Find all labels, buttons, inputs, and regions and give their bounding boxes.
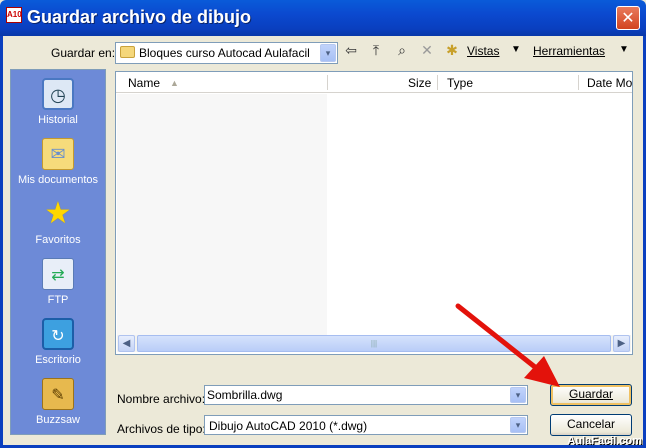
close-button[interactable]: ✕ [616, 6, 640, 30]
filetype-select[interactable]: Dibujo AutoCAD 2010 (*.dwg) ▾ [204, 415, 528, 435]
tools-menu[interactable]: Herramientas [533, 44, 605, 58]
column-name[interactable]: Name [128, 76, 160, 90]
place-historial[interactable]: ◷ Historial [11, 78, 105, 126]
horizontal-scrollbar[interactable]: ◀ ||| ▶ [117, 335, 631, 352]
place-favoritos[interactable]: ★ Favoritos [11, 196, 105, 247]
clock-icon: ◷ [42, 78, 74, 110]
column-date-modified[interactable]: Date Mo [587, 76, 632, 90]
watermark: AulaFacil.com [567, 435, 642, 447]
places-bar: ◷ Historial ✉ Mis documentos ★ Favoritos… [10, 69, 106, 435]
place-label: FTP [47, 294, 69, 306]
column-divider[interactable] [327, 75, 328, 90]
column-type[interactable]: Type [447, 76, 473, 90]
place-escritorio[interactable]: ↻ Escritorio [11, 318, 105, 366]
folder-icon [120, 46, 135, 58]
filename-label: Nombre archivo: [117, 392, 206, 406]
place-label: Escritorio [35, 354, 81, 366]
search-web-icon[interactable]: ⌕ [393, 42, 411, 60]
filetype-label: Archivos de tipo: [117, 422, 206, 436]
place-mis-documentos[interactable]: ✉ Mis documentos [11, 138, 105, 186]
back-icon[interactable]: ⇦ [342, 42, 360, 60]
desktop-icon: ↻ [42, 318, 74, 350]
window-title: Guardar archivo de dibujo [27, 7, 252, 27]
delete-icon[interactable]: ✕ [418, 42, 436, 60]
file-list[interactable]: Name ▲ Size Type Date Mo ◀ ||| ▶ [115, 71, 633, 355]
lookin-label: Guardar en: [51, 46, 116, 60]
file-list-header: Name ▲ Size Type Date Mo [116, 72, 632, 93]
buzzsaw-icon: ✎ [42, 378, 74, 410]
scroll-left-icon[interactable]: ◀ [118, 335, 135, 352]
sort-ascending-icon: ▲ [170, 78, 179, 88]
up-folder-icon[interactable]: ⤒ [367, 42, 385, 60]
filename-field[interactable]: ▾ [204, 385, 528, 405]
scroll-thumb[interactable]: ||| [137, 335, 611, 352]
place-label: Favoritos [35, 234, 81, 246]
filetype-value: Dibujo AutoCAD 2010 (*.dwg) [209, 419, 368, 433]
chevron-down-icon[interactable]: ▾ [510, 387, 526, 403]
place-label: Mis documentos [17, 174, 99, 186]
views-label: Vistas [467, 44, 500, 58]
cancel-button[interactable]: Cancelar [550, 414, 632, 436]
place-ftp[interactable]: ⇄ FTP [11, 258, 105, 306]
views-menu[interactable]: Vistas [467, 44, 499, 58]
ftp-icon: ⇄ [42, 258, 74, 290]
save-button[interactable]: Guardar [550, 384, 632, 406]
place-buzzsaw[interactable]: ✎ Buzzsaw [11, 378, 105, 426]
star-icon: ★ [44, 196, 72, 231]
autocad-icon: A10 [6, 7, 22, 23]
column-size[interactable]: Size [408, 76, 431, 90]
views-caret-icon[interactable]: ▼ [511, 44, 521, 55]
place-label: Buzzsaw [35, 414, 81, 426]
lookin-combo[interactable]: Bloques curso Autocad Aulafacil ▾ [115, 42, 338, 64]
place-label: Historial [38, 114, 78, 126]
filename-input[interactable] [207, 388, 499, 402]
scroll-right-icon[interactable]: ▶ [613, 335, 630, 352]
column-divider[interactable] [578, 75, 579, 90]
save-label: Guardar [568, 387, 614, 401]
lookin-value: Bloques curso Autocad Aulafacil [139, 46, 310, 60]
column-divider[interactable] [437, 75, 438, 90]
chevron-down-icon[interactable]: ▾ [510, 417, 526, 433]
tools-label: Herramientas [533, 44, 606, 58]
name-column-shade [117, 94, 327, 344]
new-folder-icon[interactable]: ✱ [443, 42, 461, 60]
chevron-down-icon[interactable]: ▾ [320, 44, 336, 62]
title-bar[interactable]: A10 Guardar archivo de dibujo ✕ [0, 0, 646, 36]
folder-documents-icon: ✉ [42, 138, 74, 170]
tools-caret-icon[interactable]: ▼ [619, 44, 629, 55]
